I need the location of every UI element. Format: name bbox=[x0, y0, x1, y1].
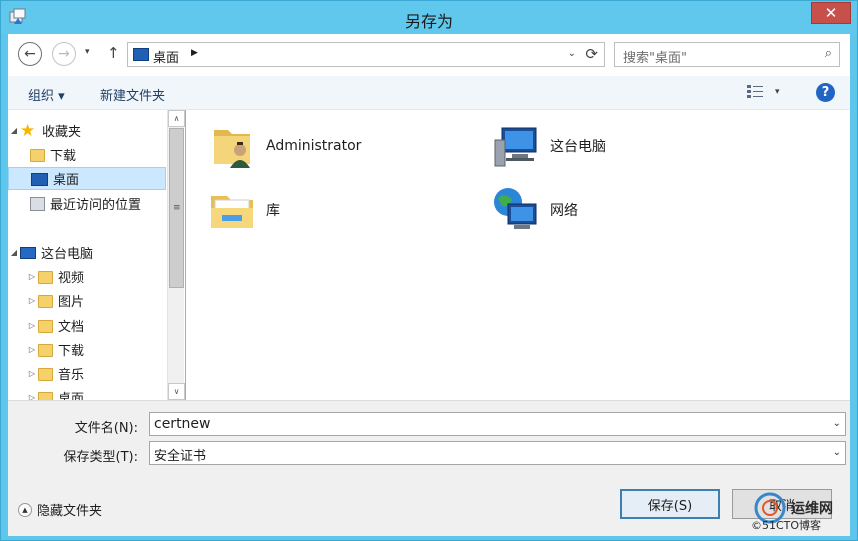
expand-icon[interactable]: ◢ bbox=[8, 126, 20, 135]
address-location[interactable]: 桌面 bbox=[153, 47, 179, 66]
search-input[interactable]: 搜索"桌面" ⌕ bbox=[614, 42, 840, 67]
download-folder-icon bbox=[30, 149, 45, 162]
desktop-folder-icon bbox=[38, 392, 53, 400]
tree-item-label: 最近访问的位置 bbox=[50, 198, 142, 213]
close-button[interactable]: ✕ bbox=[811, 2, 851, 24]
list-item-administrator[interactable]: Administrator bbox=[208, 122, 361, 170]
tree-item-label: 音乐 bbox=[58, 368, 85, 383]
filename-label: 文件名(N): bbox=[74, 421, 138, 436]
search-placeholder: 搜索"桌面" bbox=[623, 51, 687, 66]
expand-icon[interactable]: ▷ bbox=[26, 369, 38, 378]
save-as-dialog: 另存为 ✕ ← → ▾ ↑ 桌面 ▶ ⌄ ⟳ 搜索"桌面" ⌕ 组织 ▾ 新建文… bbox=[0, 0, 858, 541]
tree-item-label: 下载 bbox=[50, 149, 77, 164]
list-item-libraries[interactable]: 库 bbox=[208, 186, 280, 234]
expand-icon[interactable]: ▷ bbox=[26, 296, 38, 305]
tree-item-label: 这台电脑 bbox=[41, 247, 94, 262]
computer-icon bbox=[494, 127, 537, 167]
tree-item-label: 桌面 bbox=[58, 392, 85, 400]
documents-folder-icon bbox=[38, 320, 53, 333]
recent-places-icon bbox=[30, 197, 45, 211]
file-list: Administrator 这台电脑 库 网络 bbox=[186, 110, 850, 400]
expand-icon[interactable]: ▷ bbox=[26, 393, 38, 400]
tree-item-label: 文档 bbox=[58, 320, 85, 335]
address-dropdown-icon[interactable]: ⌄ bbox=[568, 48, 576, 59]
new-folder-button[interactable]: 新建文件夹 bbox=[100, 85, 165, 104]
desktop-icon bbox=[31, 173, 48, 186]
user-folder-icon bbox=[214, 130, 250, 168]
watermark-subtext: ©51CTO博客 bbox=[751, 519, 822, 532]
breadcrumb-arrow-icon[interactable]: ▶ bbox=[191, 48, 198, 58]
tree-item-recent-places[interactable]: 最近访问的位置 bbox=[8, 192, 166, 215]
scroll-down-icon[interactable]: ∨ bbox=[168, 383, 185, 400]
filename-value[interactable]: certnew bbox=[154, 416, 211, 432]
filetype-select[interactable]: 安全证书 ⌄ bbox=[149, 441, 846, 465]
collapse-icon: ▲ bbox=[18, 502, 32, 517]
desktop-icon bbox=[133, 48, 149, 61]
command-toolbar: 组织 ▾ 新建文件夹 ▾ ? bbox=[8, 76, 850, 110]
watermark-text: 运维网 bbox=[791, 501, 833, 517]
libraries-icon bbox=[211, 196, 253, 228]
tree-item-pictures[interactable]: ▷ 图片 bbox=[8, 289, 166, 312]
music-folder-icon bbox=[38, 368, 53, 381]
filename-field[interactable]: certnew ⌄ bbox=[149, 412, 846, 436]
item-label: 网络 bbox=[550, 203, 578, 219]
up-button[interactable]: ↑ bbox=[107, 44, 120, 62]
list-item-network[interactable]: 网络 bbox=[492, 186, 578, 234]
nav-scrollbar[interactable]: ∧ ≡ ∨ bbox=[167, 110, 185, 400]
tree-item-desktop-pc[interactable]: ▷ 桌面 bbox=[8, 386, 166, 400]
pictures-folder-icon bbox=[38, 295, 53, 308]
view-dropdown-icon[interactable]: ▾ bbox=[775, 87, 780, 97]
tree-item-label: 桌面 bbox=[53, 173, 80, 188]
item-label: Administrator bbox=[266, 138, 362, 154]
expand-icon[interactable]: ▷ bbox=[26, 321, 38, 330]
star-icon: ★ bbox=[20, 120, 36, 141]
help-icon[interactable]: ? bbox=[816, 83, 835, 102]
refresh-icon[interactable]: ⟳ bbox=[585, 45, 598, 63]
address-bar[interactable]: 桌面 ▶ ⌄ ⟳ bbox=[127, 42, 605, 67]
title-bar[interactable]: 另存为 ✕ bbox=[1, 1, 857, 34]
navigation-bar: ← → ▾ ↑ 桌面 ▶ ⌄ ⟳ 搜索"桌面" ⌕ bbox=[8, 34, 850, 76]
tree-item-desktop[interactable]: 桌面 bbox=[8, 167, 166, 190]
filetype-label: 保存类型(T): bbox=[63, 450, 138, 465]
tree-item-label: 视频 bbox=[58, 271, 85, 286]
save-button[interactable]: 保存(S) bbox=[620, 489, 720, 519]
dialog-title: 另存为 bbox=[404, 12, 453, 31]
videos-folder-icon bbox=[38, 271, 53, 284]
back-button[interactable]: ← bbox=[18, 42, 42, 66]
tree-item-label: 下载 bbox=[58, 344, 85, 359]
tree-item-music[interactable]: ▷ 音乐 bbox=[8, 362, 166, 385]
item-label: 库 bbox=[266, 203, 280, 219]
tree-item-downloads-pc[interactable]: ▷ 下载 bbox=[8, 338, 166, 361]
search-icon[interactable]: ⌕ bbox=[825, 46, 832, 61]
filetype-value[interactable]: 安全证书 bbox=[154, 445, 206, 464]
tree-item-downloads[interactable]: 下载 bbox=[8, 143, 166, 166]
save-form: 文件名(N): certnew ⌄ 保存类型(T): 安全证书 ⌄ ▲ 隐藏文件… bbox=[8, 400, 850, 536]
grip-icon: ≡ bbox=[173, 203, 181, 213]
filetype-dropdown-icon[interactable]: ⌄ bbox=[833, 447, 841, 458]
expand-icon[interactable]: ▷ bbox=[26, 272, 38, 281]
recent-locations-dropdown[interactable]: ▾ bbox=[85, 47, 90, 57]
network-icon bbox=[494, 188, 537, 229]
hide-folders-toggle[interactable]: ▲ 隐藏文件夹 bbox=[18, 500, 102, 519]
tree-item-label: 收藏夹 bbox=[42, 125, 82, 140]
navigation-pane: ◢ ★ 收藏夹 下载 桌面 最近访问的位置 ◢ 这台电脑 ▷ 视频 ▷ 图片 ▷… bbox=[8, 110, 185, 400]
item-label: 这台电脑 bbox=[550, 139, 606, 155]
hide-folders-label: 隐藏文件夹 bbox=[37, 504, 103, 519]
expand-icon[interactable]: ▷ bbox=[26, 345, 38, 354]
tree-item-favorites[interactable]: ◢ ★ 收藏夹 bbox=[8, 119, 166, 142]
scroll-thumb[interactable]: ≡ bbox=[169, 128, 184, 288]
filename-dropdown-icon[interactable]: ⌄ bbox=[833, 418, 841, 429]
change-view-icon[interactable] bbox=[746, 84, 764, 100]
tree-item-documents[interactable]: ▷ 文档 bbox=[8, 314, 166, 337]
tree-item-this-pc[interactable]: ◢ 这台电脑 bbox=[8, 241, 166, 264]
tree-item-videos[interactable]: ▷ 视频 bbox=[8, 265, 166, 288]
forward-button[interactable]: → bbox=[52, 42, 76, 66]
tree-item-label: 图片 bbox=[58, 295, 85, 310]
download-folder-icon bbox=[38, 344, 53, 357]
computer-icon bbox=[20, 247, 36, 259]
expand-icon[interactable]: ◢ bbox=[8, 248, 20, 257]
scroll-up-icon[interactable]: ∧ bbox=[168, 110, 185, 127]
organize-menu[interactable]: 组织 ▾ bbox=[28, 85, 65, 104]
list-item-this-pc[interactable]: 这台电脑 bbox=[492, 122, 606, 170]
